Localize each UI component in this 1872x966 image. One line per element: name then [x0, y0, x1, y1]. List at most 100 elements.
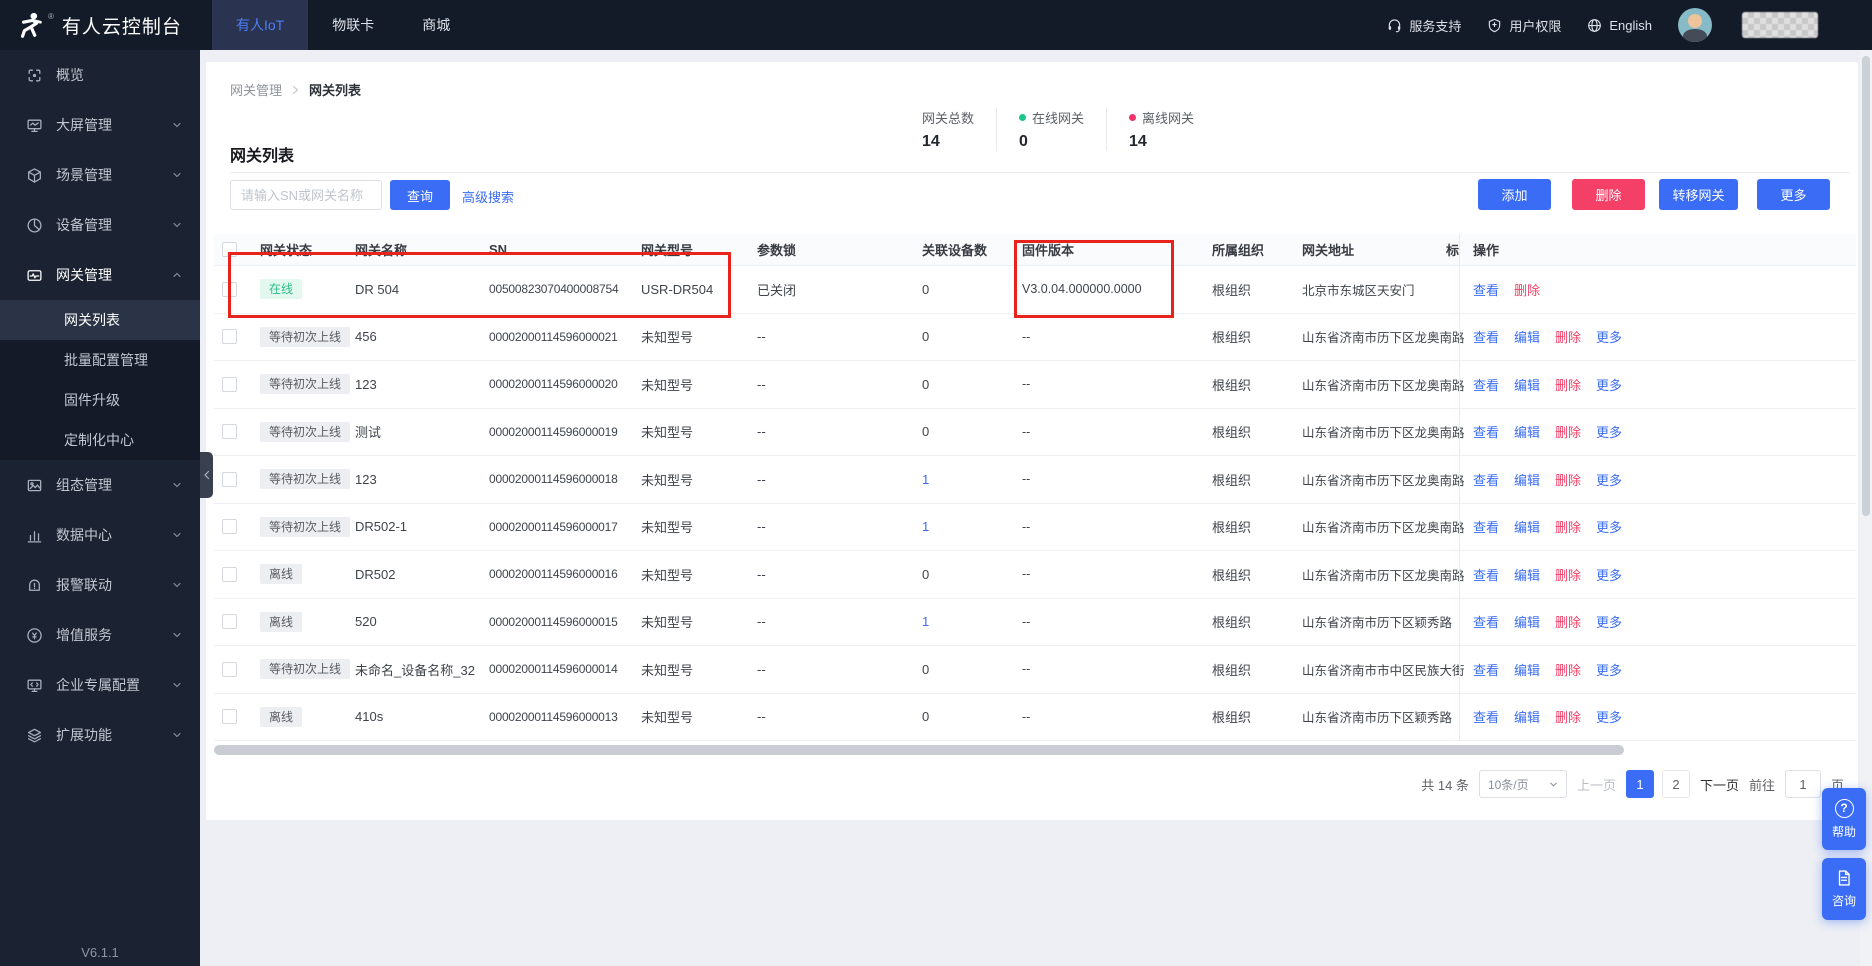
table-row: 在线DR 50400500823070400008754USR-DR504已关闭…: [214, 266, 1856, 314]
consult-float-button[interactable]: 咨询: [1822, 858, 1866, 920]
row-checkbox[interactable]: [222, 424, 237, 439]
row-action-edit[interactable]: 编辑: [1514, 565, 1540, 584]
service-support-link[interactable]: 服务支持: [1387, 16, 1461, 35]
device-count-value[interactable]: 1: [914, 599, 1014, 646]
row-action-view[interactable]: 查看: [1473, 470, 1499, 489]
row-checkbox[interactable]: [222, 377, 237, 392]
page-scrollbar-thumb[interactable]: [1862, 56, 1870, 516]
sidebar-item-alarm-linkage[interactable]: 报警联动: [0, 560, 200, 610]
row-action-view[interactable]: 查看: [1473, 327, 1499, 346]
sidebar-item-device-mgmt[interactable]: 设备管理: [0, 200, 200, 250]
row-action-view[interactable]: 查看: [1473, 612, 1499, 631]
row-action-view[interactable]: 查看: [1473, 660, 1499, 679]
tag-cell: [1446, 599, 1459, 646]
row-action-more[interactable]: 更多: [1596, 660, 1622, 679]
row-action-delete[interactable]: 删除: [1555, 565, 1581, 584]
language-switch[interactable]: English: [1587, 18, 1652, 33]
user-avatar[interactable]: [1678, 8, 1712, 42]
row-checkbox[interactable]: [222, 567, 237, 582]
row-action-delete[interactable]: 删除: [1555, 707, 1581, 726]
gateway-sn: 00002000114596000013: [481, 694, 633, 741]
page-number-1[interactable]: 1: [1626, 770, 1654, 798]
tab-usr-iot[interactable]: 有人IoT: [212, 0, 308, 50]
row-action-more[interactable]: 更多: [1596, 470, 1622, 489]
sidebar-item-firmware-upgrade[interactable]: 固件升级: [0, 380, 200, 420]
sidebar-item-customization-center[interactable]: 定制化中心: [0, 420, 200, 460]
row-checkbox[interactable]: [222, 472, 237, 487]
prev-page-button[interactable]: 上一页: [1577, 775, 1616, 794]
next-page-button[interactable]: 下一页: [1700, 775, 1739, 794]
goto-page-input[interactable]: [1785, 770, 1821, 798]
sidebar-item-configuration-mgmt[interactable]: 组态管理: [0, 460, 200, 510]
row-action-delete[interactable]: 删除: [1555, 422, 1581, 441]
transfer-gateway-button[interactable]: 转移网关: [1659, 179, 1738, 210]
row-action-delete[interactable]: 删除: [1555, 517, 1581, 536]
row-action-edit[interactable]: 编辑: [1514, 470, 1540, 489]
sidebar-collapse-handle[interactable]: [200, 452, 213, 498]
row-action-delete[interactable]: 删除: [1555, 612, 1581, 631]
device-count-value[interactable]: 1: [914, 456, 1014, 503]
row-action-view[interactable]: 查看: [1473, 422, 1499, 441]
sidebar-item-overview[interactable]: 概览: [0, 50, 200, 100]
row-action-more[interactable]: 更多: [1596, 327, 1622, 346]
row-action-edit[interactable]: 编辑: [1514, 660, 1540, 679]
row-action-view[interactable]: 查看: [1473, 517, 1499, 536]
add-button[interactable]: 添加: [1478, 179, 1551, 210]
row-action-delete[interactable]: 删除: [1514, 280, 1540, 299]
row-action-delete[interactable]: 删除: [1555, 375, 1581, 394]
row-checkbox[interactable]: [222, 709, 237, 724]
gateway-sn: 00002000114596000017: [481, 504, 633, 551]
row-action-edit[interactable]: 编辑: [1514, 612, 1540, 631]
row-action-delete[interactable]: 删除: [1555, 327, 1581, 346]
search-input[interactable]: [230, 180, 382, 210]
row-action-view[interactable]: 查看: [1473, 280, 1499, 299]
row-action-view[interactable]: 查看: [1473, 707, 1499, 726]
row-action-edit[interactable]: 编辑: [1514, 327, 1540, 346]
advanced-search-link[interactable]: 高级搜索: [462, 187, 514, 206]
sidebar-item-batch-config[interactable]: 批量配置管理: [0, 340, 200, 380]
user-permissions-link[interactable]: 用户权限: [1487, 16, 1561, 35]
sidebar-item-gateway-list[interactable]: 网关列表: [0, 300, 200, 340]
row-checkbox[interactable]: [222, 282, 237, 297]
delete-button[interactable]: 删除: [1572, 179, 1645, 210]
row-checkbox[interactable]: [222, 329, 237, 344]
row-checkbox[interactable]: [222, 519, 237, 534]
device-count-value[interactable]: 1: [914, 504, 1014, 551]
row-action-edit[interactable]: 编辑: [1514, 517, 1540, 536]
sidebar-item-data-center[interactable]: 数据中心: [0, 510, 200, 560]
row-action-view[interactable]: 查看: [1473, 565, 1499, 584]
sidebar-item-screen-mgmt[interactable]: 大屏管理: [0, 100, 200, 150]
row-action-more[interactable]: 更多: [1596, 517, 1622, 536]
row-action-more[interactable]: 更多: [1596, 707, 1622, 726]
select-all-checkbox[interactable]: [222, 242, 237, 257]
row-action-view[interactable]: 查看: [1473, 375, 1499, 394]
row-action-more[interactable]: 更多: [1596, 612, 1622, 631]
tab-mall[interactable]: 商城: [398, 0, 474, 50]
sidebar-item-gateway-mgmt[interactable]: 网关管理: [0, 250, 200, 300]
row-action-edit[interactable]: 编辑: [1514, 375, 1540, 394]
help-float-button[interactable]: ? 帮助: [1822, 788, 1866, 850]
breadcrumb-gateway-mgmt[interactable]: 网关管理: [230, 80, 282, 99]
row-action-edit[interactable]: 编辑: [1514, 422, 1540, 441]
search-button[interactable]: 查询: [390, 180, 450, 210]
row-checkbox[interactable]: [222, 614, 237, 629]
organization-value: 根组织: [1204, 456, 1294, 503]
row-action-delete[interactable]: 删除: [1555, 660, 1581, 679]
row-checkbox[interactable]: [222, 662, 237, 677]
page-size-select[interactable]: 10条/页: [1479, 770, 1567, 798]
tab-iot-card[interactable]: 物联卡: [308, 0, 398, 50]
more-button[interactable]: 更多: [1757, 179, 1830, 210]
row-action-more[interactable]: 更多: [1596, 422, 1622, 441]
sidebar-item-value-added-services[interactable]: 增值服务: [0, 610, 200, 660]
sidebar-item-scene-mgmt[interactable]: 场景管理: [0, 150, 200, 200]
sidebar-item-extensions[interactable]: 扩展功能: [0, 710, 200, 760]
table-horizontal-scrollbar[interactable]: [214, 745, 1624, 755]
row-action-edit[interactable]: 编辑: [1514, 707, 1540, 726]
row-action-more[interactable]: 更多: [1596, 565, 1622, 584]
row-action-more[interactable]: 更多: [1596, 375, 1622, 394]
sidebar-item-enterprise-config[interactable]: 企业专属配置: [0, 660, 200, 710]
row-action-delete[interactable]: 删除: [1555, 470, 1581, 489]
page-number-2[interactable]: 2: [1662, 770, 1690, 798]
firmware-version-value: --: [1014, 599, 1204, 646]
usr-person-logo-icon: [16, 10, 46, 40]
